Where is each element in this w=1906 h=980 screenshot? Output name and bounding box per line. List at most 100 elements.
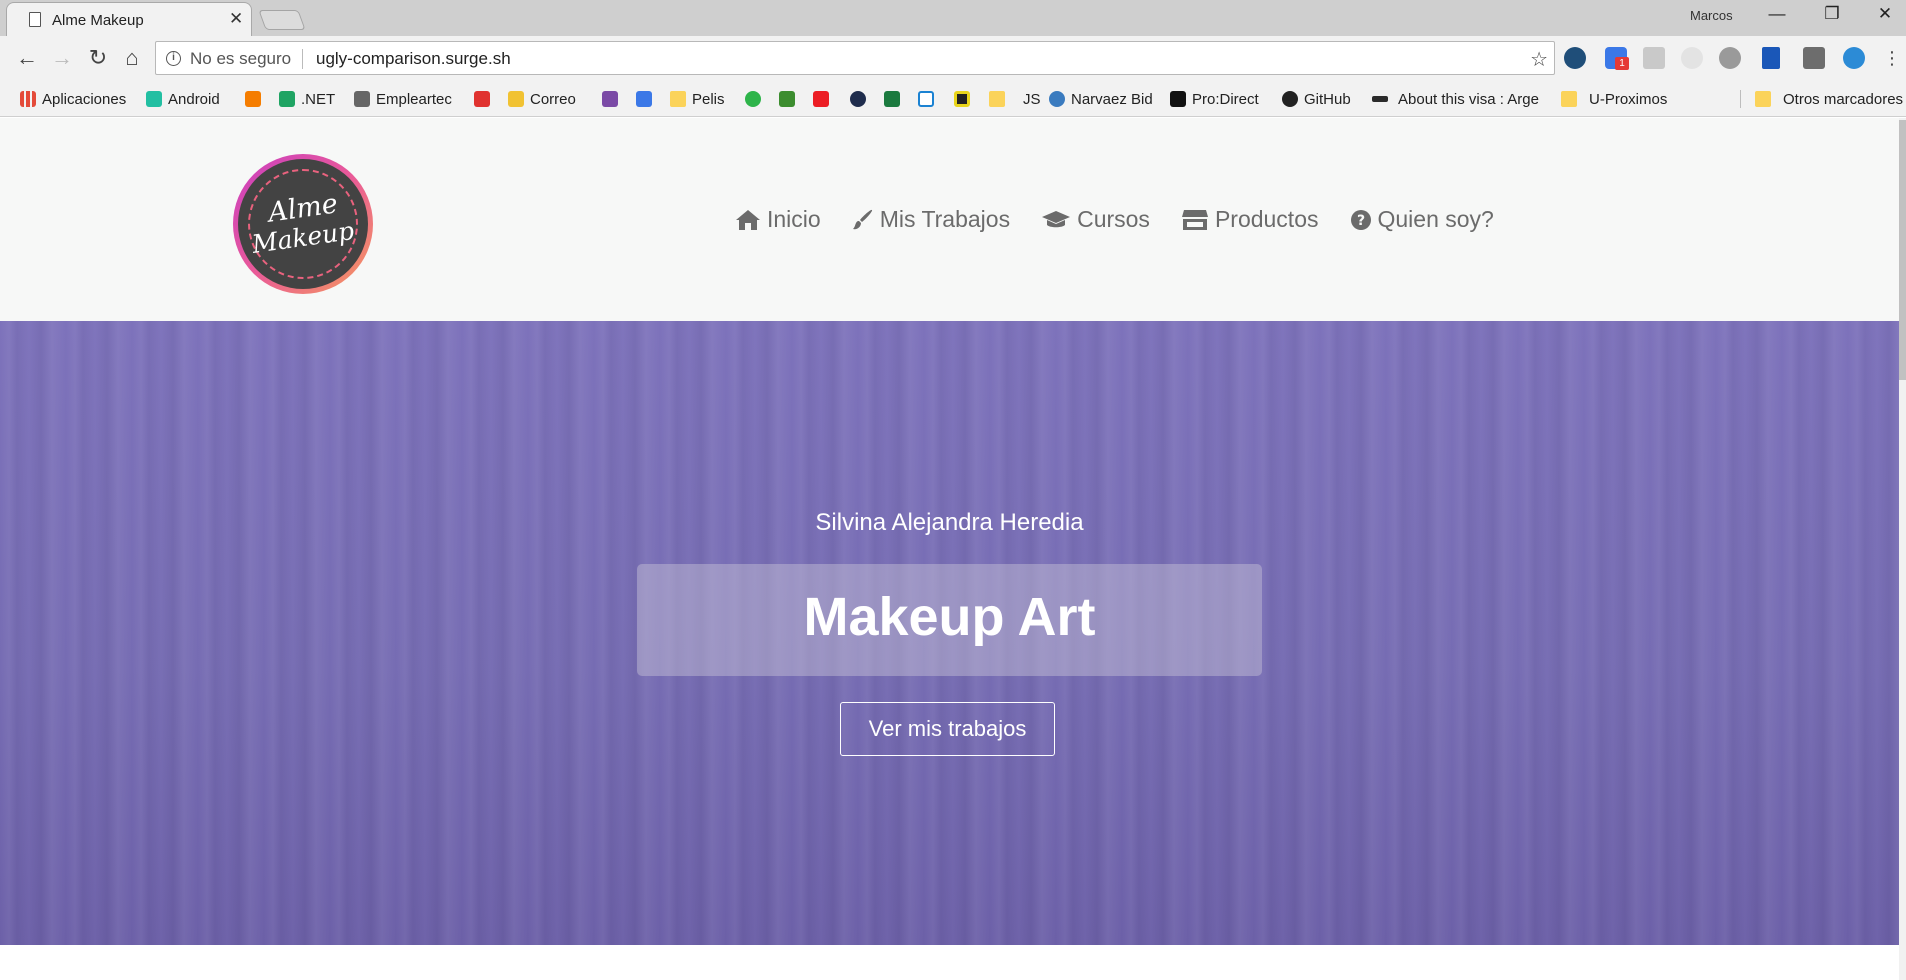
- android-icon: [146, 91, 162, 107]
- prodirect-icon: [1170, 91, 1186, 107]
- yellow-circle-icon: [954, 91, 970, 107]
- store-icon: [1181, 209, 1208, 230]
- mail-icon: [636, 91, 652, 107]
- menu-label: Quien soy?: [1377, 206, 1494, 232]
- new-tab-button[interactable]: [258, 10, 306, 30]
- bookmark-item[interactable]: Empleartec: [354, 89, 452, 109]
- folder-icon: [1755, 91, 1771, 107]
- bookmark-item[interactable]: Narvaez Bid: [1049, 89, 1153, 109]
- fern-icon: [1372, 96, 1388, 102]
- omnibox-separator: [302, 49, 303, 69]
- tab-close-icon[interactable]: ✕: [229, 9, 243, 29]
- minimize-button[interactable]: —: [1757, 4, 1797, 24]
- menu-dots-icon[interactable]: ⋮: [1878, 45, 1906, 71]
- home-button[interactable]: ⌂: [118, 45, 146, 71]
- restore-button[interactable]: ❐: [1812, 4, 1852, 24]
- bag-icon: [602, 91, 618, 107]
- three-icon: [745, 91, 761, 107]
- bookmark-item[interactable]: Correo: [508, 89, 576, 109]
- extension-e-icon[interactable]: [1564, 47, 1586, 69]
- bookmark-star-icon[interactable]: ☆: [1530, 47, 1548, 72]
- drive-icon: [279, 91, 295, 107]
- twenty-one-icon: [884, 91, 900, 107]
- github-icon: [1282, 91, 1298, 107]
- bookmark-folder[interactable]: U-Proximos: [1561, 89, 1667, 109]
- bookmark-folder[interactable]: Pelis: [670, 89, 725, 109]
- menu-label: Mis Trabajos: [879, 206, 1011, 232]
- svg-text:?: ?: [1356, 213, 1364, 229]
- apps-grid-icon: [20, 91, 36, 107]
- hero-subtitle: Silvina Alejandra Heredia: [815, 509, 1084, 536]
- ver-mis-trabajos-button[interactable]: Ver mis trabajos: [840, 702, 1055, 756]
- extension-badge: 1: [1615, 57, 1629, 70]
- bookmark-item[interactable]: .NET: [279, 89, 335, 109]
- brush-icon: [852, 209, 872, 229]
- bookmark-item[interactable]: Android: [146, 89, 220, 109]
- correo-icon: [508, 91, 524, 107]
- building-icon: [354, 91, 370, 107]
- profile-name[interactable]: Marcos: [1690, 8, 1733, 23]
- hero-section: Silvina Alejandra Heredia Makeup Art Ver…: [0, 321, 1899, 945]
- url-text[interactable]: ugly-comparison.surge.sh: [316, 49, 511, 69]
- folder-icon: [1561, 91, 1577, 107]
- menu-item-productos[interactable]: Productos: [1181, 206, 1319, 233]
- extension-box-icon[interactable]: [1643, 47, 1665, 69]
- scrollbar-thumb[interactable]: [1899, 120, 1906, 380]
- logo-badge: Alme Makeup: [238, 159, 368, 289]
- bookmark-item[interactable]: [850, 89, 872, 109]
- info-icon[interactable]: i: [166, 51, 181, 66]
- bookmark-item[interactable]: [954, 89, 976, 109]
- bookmark-item[interactable]: [636, 89, 658, 109]
- tab-title: Alme Makeup: [52, 12, 144, 29]
- active-tab[interactable]: Alme Makeup ✕: [6, 2, 252, 36]
- refresh-green-icon: [779, 91, 795, 107]
- bookmark-item[interactable]: [884, 89, 906, 109]
- menu-label: Inicio: [767, 206, 821, 232]
- bookmark-item[interactable]: [779, 89, 801, 109]
- bookmark-item[interactable]: [602, 89, 624, 109]
- page-scrollbar[interactable]: [1899, 118, 1906, 980]
- u-logo-icon: [474, 91, 490, 107]
- extension-power-icon[interactable]: [1681, 47, 1703, 69]
- hero-title: Makeup Art: [803, 587, 1096, 647]
- other-bookmarks-folder[interactable]: Otros marcadores: [1755, 89, 1903, 109]
- forward-button[interactable]: →: [48, 45, 76, 71]
- bookmark-item[interactable]: [474, 89, 496, 109]
- reload-button[interactable]: ↻: [84, 45, 112, 71]
- address-bar[interactable]: i No es seguro ugly-comparison.surge.sh …: [155, 41, 1555, 75]
- menu-label: Productos: [1214, 206, 1319, 232]
- windows-icon: [918, 91, 934, 107]
- main-menu: Inicio Mis Trabajos Cursos Productos ? Q…: [735, 206, 1494, 233]
- bookmark-item[interactable]: [813, 89, 835, 109]
- bookmark-item[interactable]: [918, 89, 940, 109]
- menu-item-inicio[interactable]: Inicio: [735, 206, 821, 233]
- bookmarks-bar: Aplicaciones Android .NET Empleartec Cor…: [0, 81, 1906, 117]
- bookmark-item[interactable]: GitHub: [1282, 89, 1351, 109]
- menu-item-mis-trabajos[interactable]: Mis Trabajos: [852, 206, 1010, 233]
- back-button[interactable]: ←: [13, 45, 41, 71]
- bookmark-item[interactable]: Pro:Direct: [1170, 89, 1259, 109]
- tab-strip: Alme Makeup ✕ Marcos — ❐ ✕: [0, 0, 1906, 36]
- extension-globe-icon[interactable]: [1719, 47, 1741, 69]
- bookmark-item[interactable]: About this visa : Arge: [1372, 89, 1544, 109]
- hero-title-box: Makeup Art: [637, 564, 1262, 676]
- menu-label: Cursos: [1077, 206, 1150, 232]
- extension-bag-icon[interactable]: [1803, 47, 1825, 69]
- site-header: Alme Makeup Inicio Mis Trabajos Cursos P…: [0, 118, 1899, 321]
- folder-icon: [989, 91, 1005, 107]
- graduation-cap-icon: [1042, 210, 1071, 227]
- alme-makeup-logo[interactable]: Alme Makeup: [233, 154, 373, 294]
- extension-c-icon[interactable]: [1843, 47, 1865, 69]
- security-label[interactable]: No es seguro: [190, 49, 291, 69]
- bookmark-item[interactable]: Aplicaciones: [20, 89, 126, 109]
- window-close-button[interactable]: ✕: [1865, 4, 1905, 24]
- menu-item-quien-soy[interactable]: ? Quien soy?: [1350, 206, 1494, 233]
- extension-code-icon[interactable]: 1: [1605, 47, 1629, 70]
- extension-bookmark-icon[interactable]: [1762, 47, 1780, 69]
- bookmark-item[interactable]: [745, 89, 767, 109]
- menu-item-cursos[interactable]: Cursos: [1041, 206, 1150, 233]
- folder-icon: [670, 91, 686, 107]
- bookmark-item[interactable]: [245, 89, 267, 109]
- bookmark-folder[interactable]: JS: [989, 89, 1041, 109]
- santander-icon: [813, 91, 829, 107]
